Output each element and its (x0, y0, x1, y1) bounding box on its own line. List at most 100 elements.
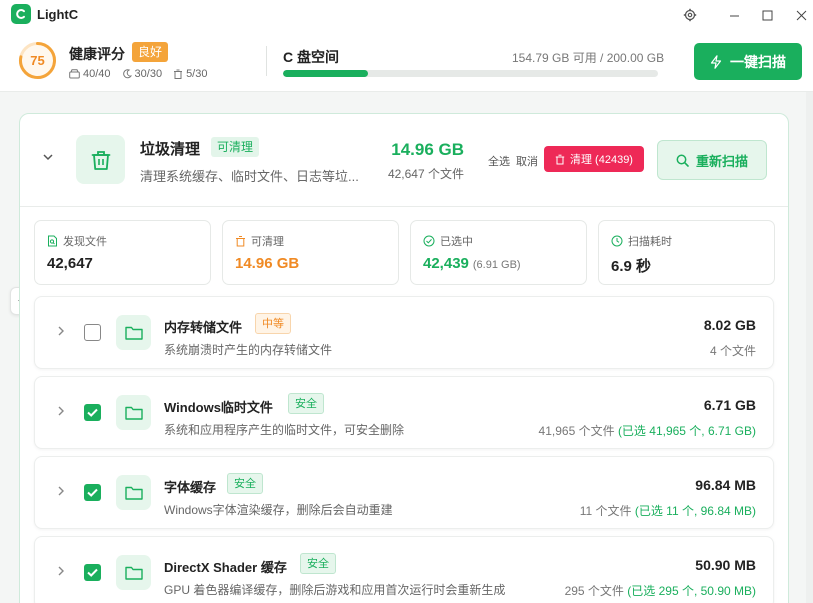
item-checkbox[interactable] (84, 484, 101, 501)
disk-usage-fill (283, 70, 368, 77)
junk-item-windows-temp[interactable]: Windows临时文件 安全 系统和应用程序产生的临时文件，可安全删除 6.71… (34, 376, 774, 449)
one-click-scan-button[interactable]: 一键扫描 (694, 43, 802, 80)
health-score-value: 75 (30, 53, 44, 68)
item-count-text: 11 个文件 (579, 504, 632, 518)
lightning-icon (710, 54, 722, 69)
disk-icon (69, 69, 80, 79)
stat-found-value: 42,647 (47, 255, 93, 272)
disk-info: 154.79 GB 可用 / 200.00 GB (512, 51, 665, 65)
junk-total-size: 14.96 GB (391, 140, 464, 159)
health-score-ring: 75 (18, 41, 57, 80)
item-count: 4 个文件 (710, 342, 756, 359)
item-description: GPU 着色器编译缓存，删除后游戏和应用首次运行时会重新生成 (164, 583, 506, 597)
stat-card-cleanable: 可清理 14.96 GB (222, 220, 399, 285)
cancel-link[interactable]: 取消 (516, 153, 538, 169)
app-title: LightC (37, 7, 79, 22)
stat-found-label: 发现文件 (63, 236, 107, 248)
junk-item-font-cache[interactable]: 字体缓存 安全 Windows字体渲染缓存，删除后会自动重建 96.84 MB … (34, 456, 774, 529)
trash-icon (555, 154, 565, 164)
vertical-scrollbar[interactable] (806, 92, 813, 603)
settings-gear-icon[interactable] (679, 4, 701, 26)
expand-chevron-icon[interactable] (56, 405, 66, 420)
item-count: 11 个文件 (已选 11 个, 96.84 MB) (580, 502, 756, 519)
risk-badge: 安全 (227, 473, 263, 494)
item-size: 6.71 GB (703, 397, 756, 413)
collapse-chevron-icon[interactable] (41, 150, 55, 167)
item-size: 50.90 MB (695, 557, 756, 573)
item-size: 8.02 GB (703, 317, 756, 333)
stat-trash-value: 5/30 (186, 68, 208, 80)
junk-file-count: 42,647 个文件 (387, 167, 464, 181)
disk-usage-bar (283, 70, 658, 77)
health-stats: 40/40 30/30 5/30 (69, 68, 207, 80)
maximize-button[interactable] (756, 4, 778, 26)
stat-moon: 30/30 (122, 68, 163, 80)
stat-selected-sub: (6.91 GB) (472, 259, 521, 271)
file-found-icon (48, 235, 57, 247)
rescan-button[interactable]: 重新扫描 (657, 140, 767, 180)
item-count-text: 4 个文件 (709, 344, 756, 358)
item-count: 41,965 个文件 (已选 41,965 个, 6.71 GB) (539, 422, 756, 439)
trash-icon (174, 69, 183, 79)
select-all-link[interactable]: 全选 (488, 153, 510, 169)
item-title: 字体缓存 (164, 480, 217, 495)
stat-moon-value: 30/30 (134, 68, 163, 80)
risk-badge: 中等 (255, 313, 291, 334)
risk-badge: 安全 (288, 393, 324, 414)
moon-icon (122, 69, 132, 79)
stat-trash: 5/30 (173, 68, 207, 80)
disk-title: C 盘空间 (283, 49, 339, 65)
stat-disk: 40/40 (69, 68, 111, 80)
clean-button[interactable]: 清理 (42439) (544, 146, 644, 172)
item-checkbox[interactable] (84, 404, 101, 421)
stat-disk-value: 40/40 (83, 68, 111, 80)
header: 75 健康评分 良好 40/40 30/30 5/30 C 盘空间 154.79… (0, 30, 813, 92)
item-checkbox[interactable] (84, 564, 101, 581)
app-logo-icon (11, 4, 31, 24)
junk-title: 垃圾清理 (140, 141, 201, 158)
junk-badge: 可清理 (211, 137, 260, 157)
item-title: Windows临时文件 (164, 400, 273, 415)
stat-selected-value: 42,439 (423, 255, 469, 272)
folder-icon (116, 475, 151, 510)
close-button[interactable] (790, 4, 812, 26)
trash-icon (236, 236, 245, 247)
item-selected-text: (已选 11 个, 96.84 MB) (634, 504, 756, 518)
item-count-text: 41,965 个文件 (538, 424, 615, 438)
title-bar: LightC (0, 0, 813, 30)
health-badge: 良好 (132, 42, 169, 62)
health-title: 健康评分 (69, 46, 125, 62)
item-selected-text: (已选 41,965 个, 6.71 GB) (617, 424, 756, 438)
junk-clean-panel: 垃圾清理 可清理 清理系统缓存、临时文件、日志等垃... 14.96 GB 42… (19, 113, 789, 603)
one-click-scan-label: 一键扫描 (730, 53, 786, 70)
rescan-label: 重新扫描 (695, 153, 748, 169)
item-selected-text: (已选 295 个, 50.90 MB) (627, 584, 756, 598)
expand-chevron-icon[interactable] (56, 485, 66, 500)
junk-item-memory-dump[interactable]: 内存转储文件 中等 系统崩溃时产生的内存转储文件 8.02 GB 4 个文件 (34, 296, 774, 369)
item-title: 内存转储文件 (164, 320, 243, 335)
junk-trash-icon (76, 135, 125, 184)
stat-card-selected: 已选中 42,439 (6.91 GB) (410, 220, 587, 285)
stat-cleanable-value: 14.96 GB (235, 255, 300, 272)
minimize-button[interactable] (723, 4, 745, 26)
junk-item-directx-shader[interactable]: DirectX Shader 缓存 安全 GPU 着色器编译缓存，删除后游戏和应… (34, 536, 774, 603)
folder-icon (116, 315, 151, 350)
clock-icon (611, 235, 623, 247)
risk-badge: 安全 (300, 553, 336, 574)
folder-icon (116, 395, 151, 430)
item-description: 系统和应用程序产生的临时文件，可安全删除 (164, 423, 405, 437)
stat-selected-label: 已选中 (440, 236, 473, 248)
stat-card-scan-time: 扫描耗时 6.9 秒 (598, 220, 775, 285)
item-checkbox[interactable] (84, 324, 101, 341)
junk-description: 清理系统缓存、临时文件、日志等垃... (140, 169, 359, 184)
check-circle-icon (423, 235, 435, 247)
item-title: DirectX Shader 缓存 (164, 560, 287, 575)
stat-cleanable-label: 可清理 (251, 236, 284, 248)
expand-chevron-icon[interactable] (56, 565, 66, 580)
folder-icon (116, 555, 151, 590)
search-icon (676, 154, 689, 167)
item-description: Windows字体渲染缓存，删除后会自动重建 (164, 503, 393, 517)
expand-chevron-icon[interactable] (56, 325, 66, 340)
stat-scan-time-label: 扫描耗时 (628, 236, 672, 248)
item-count-text: 295 个文件 (564, 584, 624, 598)
